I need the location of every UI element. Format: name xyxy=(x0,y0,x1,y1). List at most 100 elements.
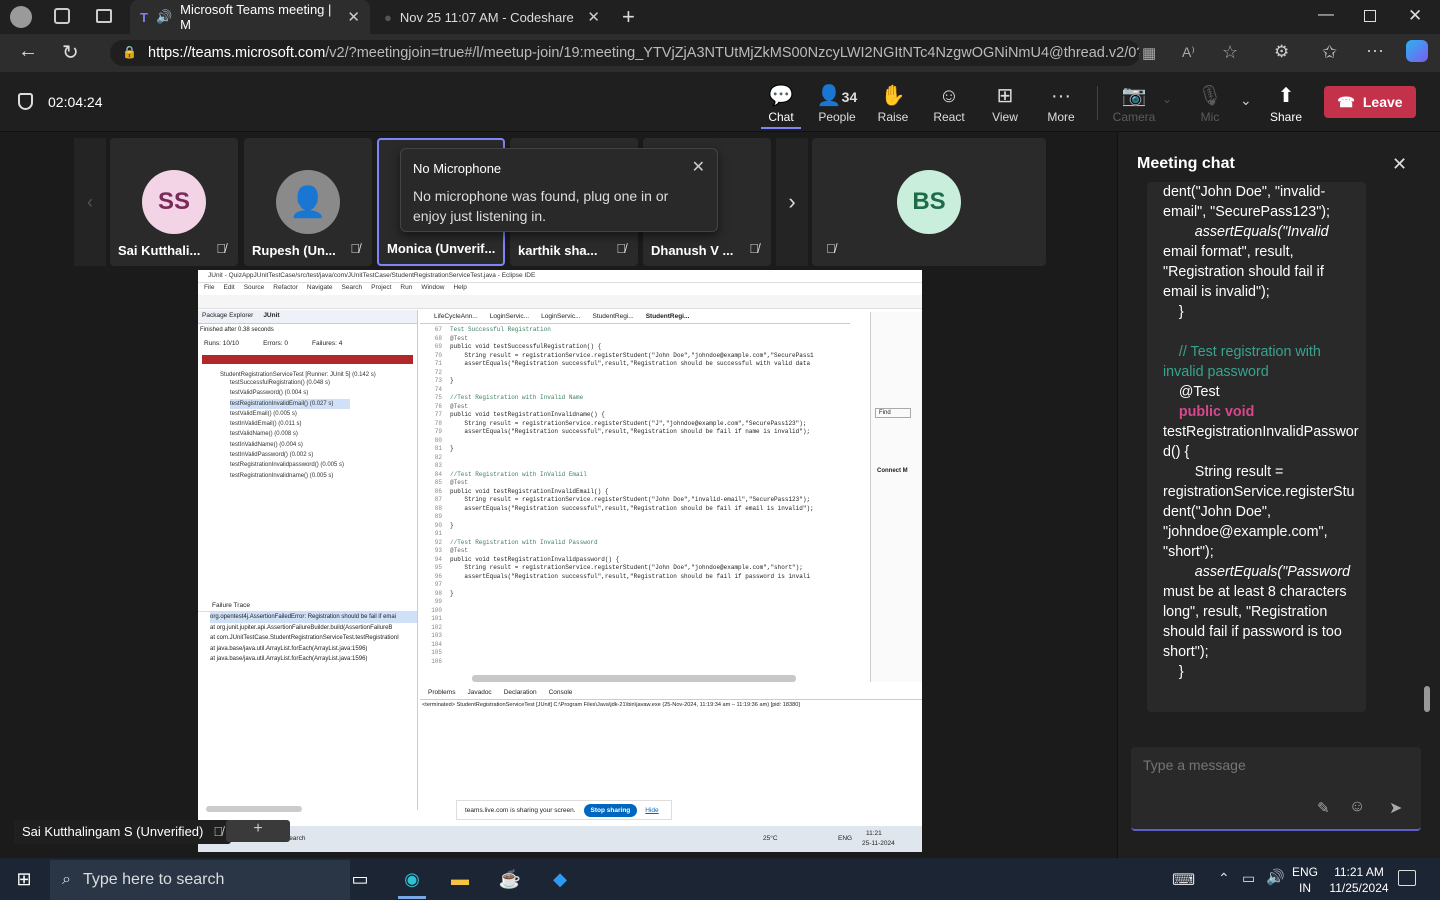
junit-test-item[interactable]: testInValidPassword() (0.002 s) xyxy=(230,450,417,460)
eclipse-menu-item[interactable]: Project xyxy=(371,284,391,293)
left-hscrollbar[interactable] xyxy=(206,806,302,812)
eclipse-menu-item[interactable]: Help xyxy=(453,284,466,293)
copilot-icon[interactable] xyxy=(1406,40,1428,62)
hide-link[interactable]: Hide xyxy=(645,807,658,814)
trace-line[interactable]: at org.junit.jupiter.api.AssertionFailur… xyxy=(210,623,417,634)
trace-line[interactable]: at java.base/java.util.ArrayList.forEach… xyxy=(210,654,417,665)
close-tab-icon[interactable]: ✕ xyxy=(587,8,600,26)
editor-tab[interactable]: LoginServic... xyxy=(541,313,580,322)
tray-chevron-icon[interactable]: ⌃ xyxy=(1218,870,1230,887)
emoji-icon[interactable]: ☺ xyxy=(1349,798,1365,816)
more-menu-icon[interactable]: ··· xyxy=(1366,40,1384,61)
url-field[interactable]: 🔒 https://teams.microsoft.com/v2/?meetin… xyxy=(110,40,1140,66)
volume-icon[interactable]: 🔊 xyxy=(1266,868,1285,886)
bottom-tab[interactable]: Declaration xyxy=(504,689,537,698)
windows-start-icon[interactable]: ⊞ xyxy=(4,862,44,896)
tab-teams-meeting[interactable]: T 🔊 Microsoft Teams meeting | M ✕ xyxy=(130,0,370,34)
favorite-icon[interactable]: ☆ xyxy=(1222,42,1238,63)
gallery-prev-button[interactable]: ‹ xyxy=(74,138,106,266)
junit-test-item[interactable]: testValidEmail() (0.005 s) xyxy=(230,409,417,419)
toast-close-icon[interactable]: ✕ xyxy=(692,157,705,177)
network-icon[interactable]: ▭ xyxy=(1242,870,1255,887)
editor-tab[interactable]: StudentRegi... xyxy=(593,313,634,322)
restore-icon[interactable] xyxy=(1364,10,1376,22)
java-app-icon[interactable]: ☕ xyxy=(490,862,530,896)
read-aloud-icon[interactable]: A⁾ xyxy=(1182,44,1195,61)
tab-junit[interactable]: JUnit xyxy=(263,312,279,321)
tab-codeshare[interactable]: ● Nov 25 11:07 AM - Codeshare ✕ xyxy=(374,0,610,34)
eclipse-menu-item[interactable]: Search xyxy=(342,284,363,293)
junit-test-item[interactable]: testRegistrationInvalidpassword() (0.005… xyxy=(230,460,417,470)
eclipse-menu-item[interactable]: Navigate xyxy=(307,284,333,293)
edge-icon[interactable]: ◉ xyxy=(392,862,432,896)
trace-line[interactable]: at java.base/java.util.ArrayList.forEach… xyxy=(210,644,417,655)
vscode-icon[interactable]: ◆ xyxy=(540,862,580,896)
minimize-icon[interactable]: — xyxy=(1318,6,1334,24)
raise-hand-button[interactable]: ✋ Raise xyxy=(865,84,921,124)
lock-icon[interactable]: 🔒 xyxy=(122,45,137,59)
tab-package-explorer[interactable]: Package Explorer xyxy=(202,312,253,321)
mic-button[interactable]: 🎙 Mic xyxy=(1182,84,1238,124)
keyboard-icon[interactable]: ⌨ xyxy=(1172,870,1195,890)
more-button[interactable]: ··· More xyxy=(1033,84,1089,124)
close-tab-icon[interactable]: ✕ xyxy=(347,8,360,26)
eclipse-menu-item[interactable]: Edit xyxy=(223,284,234,293)
favorites-bar-icon[interactable]: ✩ xyxy=(1322,42,1337,63)
refresh-icon[interactable]: ↻ xyxy=(62,40,79,65)
tab-actions-icon[interactable] xyxy=(96,9,112,23)
stop-sharing-button[interactable]: Stop sharing xyxy=(583,803,638,817)
chat-close-icon[interactable]: ✕ xyxy=(1392,154,1407,175)
junit-test-item[interactable]: testInValidEmail() (0.011 s) xyxy=(230,419,417,429)
eclipse-menu-item[interactable]: Window xyxy=(421,284,444,293)
mic-options-chevron-icon[interactable]: ⌄ xyxy=(1240,92,1252,109)
new-tab-icon[interactable]: + xyxy=(622,4,635,30)
send-icon[interactable]: ➤ xyxy=(1389,798,1402,818)
junit-test-item[interactable]: testSuccessfulRegistration() (0.048 s) xyxy=(230,378,417,388)
chat-scrollbar[interactable] xyxy=(1424,686,1430,712)
eclipse-menu-item[interactable]: Refactor xyxy=(273,284,298,293)
junit-test-root[interactable]: StudentRegistrationServiceTest [Runner: … xyxy=(198,368,417,378)
trace-line[interactable]: at com.JUnitTestCase.StudentRegistration… xyxy=(210,633,417,644)
participant-tile[interactable]: BS 🎙̸ xyxy=(812,138,1046,266)
trace-line[interactable]: org.opentest4j.AssertionFailedError: Reg… xyxy=(210,612,417,623)
participant-tile[interactable]: 👤 Rupesh (Un... 🎙̸ xyxy=(244,138,372,266)
people-button[interactable]: 👤34 People xyxy=(809,84,865,124)
notifications-icon[interactable] xyxy=(1398,870,1416,886)
camera-button[interactable]: 📷 Camera xyxy=(1106,84,1162,124)
extensions-icon[interactable]: ⚙ xyxy=(1274,42,1289,62)
profile-icon[interactable] xyxy=(10,6,32,28)
editor-hscrollbar[interactable] xyxy=(472,675,796,682)
find-field[interactable]: Find xyxy=(875,408,911,418)
chat-button[interactable]: 💬 Chat xyxy=(753,84,809,129)
audio-playing-icon[interactable]: 🔊 xyxy=(156,9,172,25)
clock[interactable]: 11:21 AM 11/25/2024 xyxy=(1326,864,1392,896)
react-button[interactable]: ☺ React xyxy=(921,84,977,124)
add-participant-icon[interactable]: + xyxy=(226,820,290,842)
app-available-icon[interactable]: ▦ xyxy=(1142,44,1156,62)
camera-options-chevron-icon[interactable]: ⌄ xyxy=(1162,92,1172,106)
workspaces-icon[interactable] xyxy=(54,8,70,24)
task-view-icon[interactable]: ▭ xyxy=(340,862,380,896)
editor-tab[interactable]: LoginServic... xyxy=(490,313,529,322)
file-explorer-icon[interactable]: ▬ xyxy=(440,862,480,896)
eclipse-menu-item[interactable]: File xyxy=(204,284,214,293)
message-input[interactable] xyxy=(1143,757,1403,773)
bottom-tab[interactable]: Console xyxy=(549,689,573,698)
format-icon[interactable]: ✎ xyxy=(1317,799,1330,817)
view-button[interactable]: ⊞ View xyxy=(977,84,1033,124)
junit-test-item[interactable]: testValidName() (0.008 s) xyxy=(230,429,417,439)
gallery-next-button[interactable]: › xyxy=(776,138,808,266)
editor-tab[interactable]: StudentRegi... xyxy=(646,313,690,322)
junit-test-item[interactable]: testValidPassword() (0.004 s) xyxy=(230,388,417,398)
eclipse-menu-item[interactable]: Source xyxy=(244,284,265,293)
back-icon[interactable]: ← xyxy=(18,40,38,63)
taskbar-search[interactable]: ⌕ Type here to search xyxy=(50,860,350,900)
participant-tile[interactable]: SS Sai Kutthali... 🎙̸ xyxy=(110,138,238,266)
language-indicator[interactable]: ENG IN xyxy=(1292,864,1318,896)
share-button[interactable]: ⬆ Share xyxy=(1258,84,1314,124)
junit-test-item[interactable]: testRegistrationInvalidname() (0.005 s) xyxy=(230,471,417,481)
bottom-tab[interactable]: Javadoc xyxy=(467,689,491,698)
eclipse-menu-item[interactable]: Run xyxy=(400,284,412,293)
editor-tab[interactable]: LifeCycleAnn... xyxy=(434,313,478,322)
close-window-icon[interactable]: ✕ xyxy=(1408,6,1422,26)
